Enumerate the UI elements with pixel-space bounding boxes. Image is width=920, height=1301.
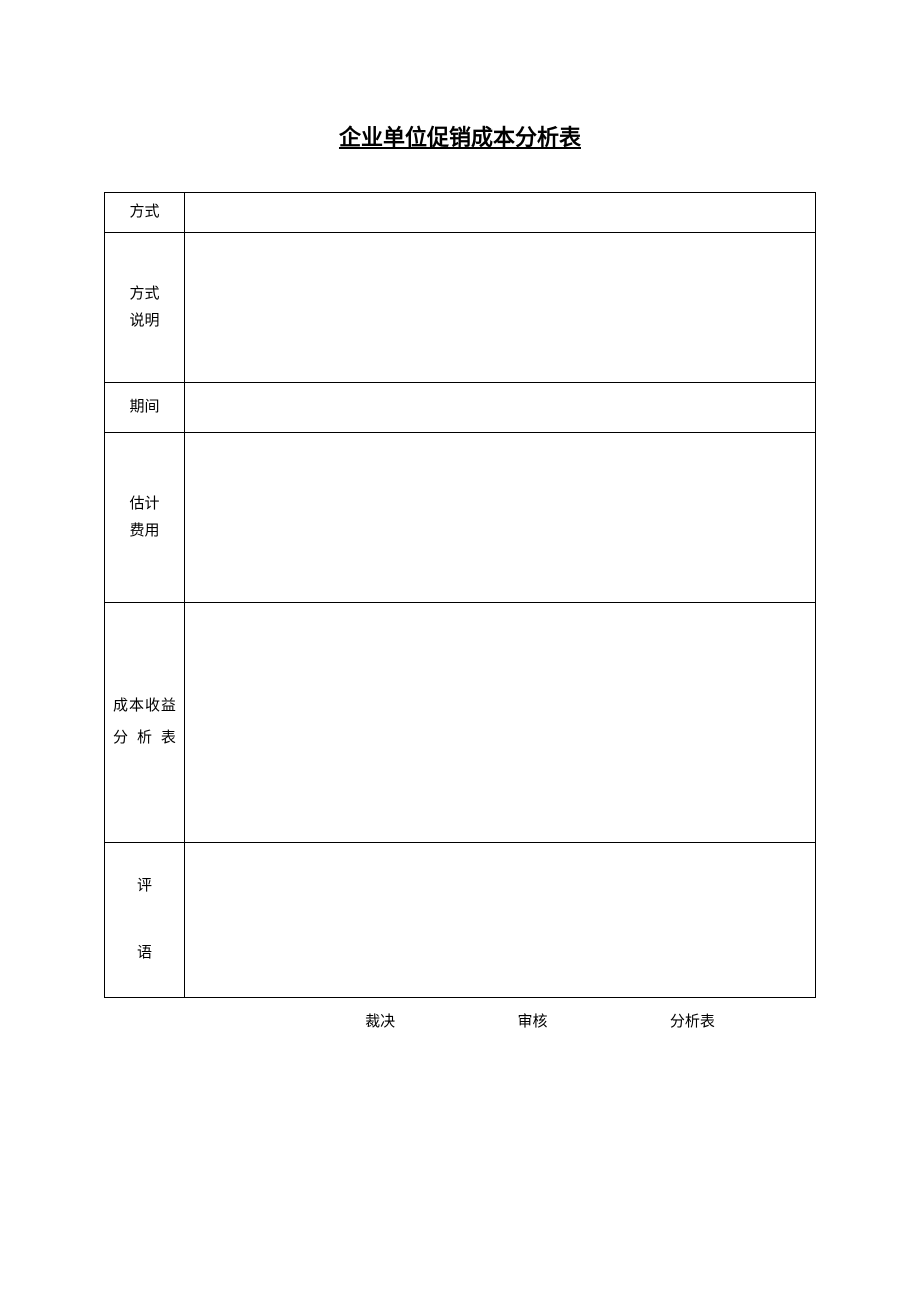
value-estimated-cost (184, 433, 815, 603)
label-comment: 评 语 (105, 843, 185, 998)
page-title: 企业单位促销成本分析表 (0, 120, 920, 152)
value-comment (184, 843, 815, 998)
form-table-container: 方式 方式 说明 期间 估计 费用 (104, 192, 816, 998)
value-cost-benefit (184, 603, 815, 843)
value-method-desc (184, 233, 815, 383)
value-method (184, 193, 815, 233)
label-method: 方式 (105, 193, 185, 233)
table-row: 成本收益分析表 (105, 603, 816, 843)
label-estimated-cost: 估计 费用 (105, 433, 185, 603)
table-row: 评 语 (105, 843, 816, 998)
footer-review: 审核 (517, 1010, 547, 1031)
table-row: 方式 (105, 193, 816, 233)
footer-decision: 裁决 (365, 1010, 395, 1031)
label-period: 期间 (105, 383, 185, 433)
table-row: 期间 (105, 383, 816, 433)
value-period (184, 383, 815, 433)
analysis-form-table: 方式 方式 说明 期间 估计 费用 (104, 192, 816, 998)
table-row: 估计 费用 (105, 433, 816, 603)
table-row: 方式 说明 (105, 233, 816, 383)
label-method-desc: 方式 说明 (105, 233, 185, 383)
footer-analysis: 分析表 (670, 1010, 715, 1031)
footer-row: 裁决 审核 分析表 (104, 1010, 816, 1031)
label-cost-benefit: 成本收益分析表 (105, 603, 185, 843)
